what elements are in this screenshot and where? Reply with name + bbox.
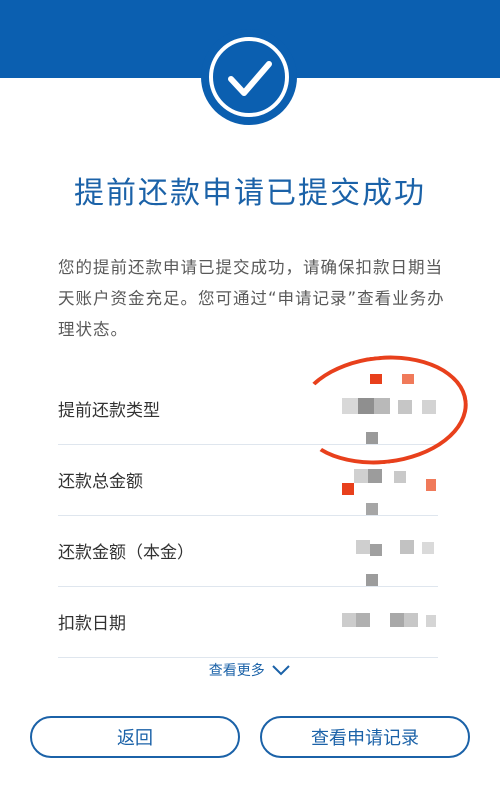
detail-label: 还款金额（本金） xyxy=(58,543,194,563)
success-description: 您的提前还款申请已提交成功，请确保扣款日期当天账户资金充足。您可通过“申请记录”… xyxy=(58,258,445,339)
detail-label: 扣款日期 xyxy=(58,614,126,634)
back-button[interactable]: 返回 xyxy=(30,716,240,758)
redacted-value xyxy=(342,459,438,515)
detail-label: 提前还款类型 xyxy=(58,401,160,421)
view-records-button[interactable]: 查看申请记录 xyxy=(260,716,470,758)
view-more-label: 查看更多 xyxy=(208,663,265,679)
chevron-down-icon xyxy=(272,665,290,676)
detail-label: 还款总金额 xyxy=(58,472,143,492)
detail-row-deduction-date: 扣款日期 xyxy=(58,587,438,658)
page-title: 提前还款申请已提交成功 xyxy=(74,176,426,211)
check-circle-icon xyxy=(209,37,289,117)
redacted-value xyxy=(342,601,438,645)
redacted-value xyxy=(342,530,438,586)
detail-row-principal-amount: 还款金额（本金） xyxy=(58,516,438,587)
success-badge xyxy=(201,29,297,125)
view-more-link[interactable]: 查看更多 xyxy=(0,660,500,680)
